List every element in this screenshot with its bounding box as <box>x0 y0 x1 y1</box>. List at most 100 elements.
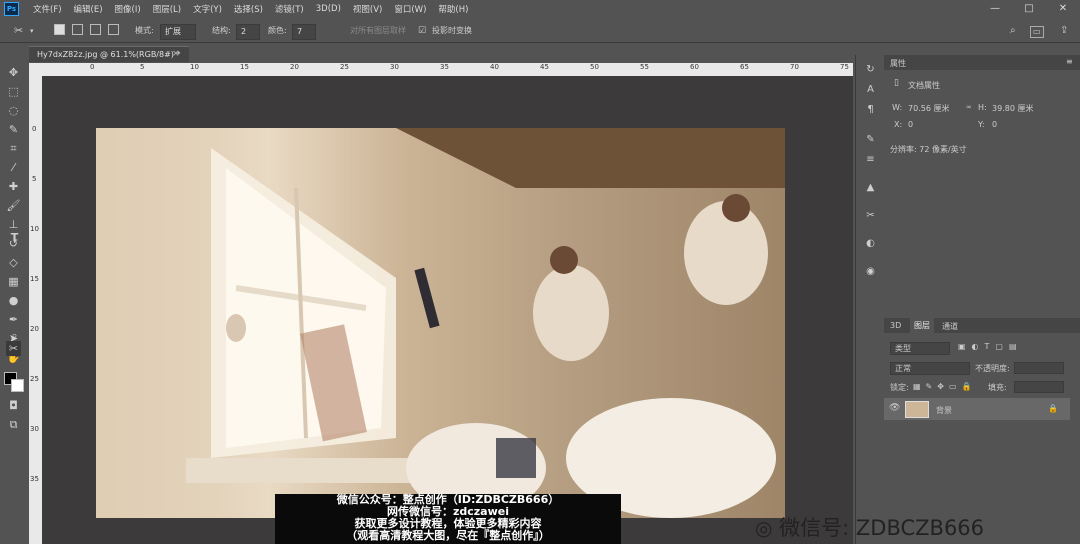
ruler-label: 55 <box>640 63 649 71</box>
layer-filter-select[interactable]: 类型 <box>890 342 950 355</box>
menu-layer[interactable]: 图层(L) <box>153 3 181 15</box>
menu-image[interactable]: 图像(I) <box>115 3 141 15</box>
horizontal-ruler: 0 5 10 15 20 25 30 35 40 45 50 55 60 65 … <box>42 63 853 76</box>
y-value[interactable]: 0 <box>992 120 997 129</box>
menu-type[interactable]: 文字(Y) <box>193 3 222 15</box>
color-icon[interactable]: ◐ <box>864 237 877 250</box>
crop-tool-icon[interactable]: ⌗ <box>6 141 21 156</box>
quick-select-tool-icon[interactable]: ✎ <box>6 122 21 137</box>
gradient-tool-icon[interactable]: ▦ <box>6 274 21 289</box>
share-icon[interactable]: ⇪ <box>1060 24 1068 38</box>
transform-on-drop-label[interactable]: 投影时变换 <box>432 24 472 38</box>
menu-window[interactable]: 窗口(W) <box>394 3 426 15</box>
resolution-text: 分辨率: 72 像素/英寸 <box>890 145 967 154</box>
quick-mask-icon[interactable]: ◘ <box>6 398 21 413</box>
marquee-tool-icon[interactable]: ⬚ <box>6 84 21 99</box>
ruler-label: 15 <box>30 275 39 283</box>
opacity-label: 不透明度: <box>975 364 1010 373</box>
document-tab[interactable]: Hy7dxZ82z.jpg @ 61.1%(RGB/8#) * <box>29 46 189 62</box>
layer-row[interactable]: 👁 背景 🔒 <box>884 398 1070 420</box>
width-label: W: <box>892 103 903 112</box>
adjustments-icon[interactable]: ≡ <box>864 153 877 166</box>
ruler-label: 20 <box>290 63 299 71</box>
tab-layers[interactable]: 图层 <box>910 318 934 333</box>
styles-icon[interactable]: ▲ <box>864 181 877 194</box>
maximize-button[interactable]: □ <box>1012 0 1046 18</box>
tab-channels[interactable]: 通道 <box>942 321 958 332</box>
opacity-field[interactable] <box>1014 362 1064 374</box>
tab-3d[interactable]: 3D <box>890 321 901 330</box>
selection-subtract-icon[interactable] <box>90 24 101 38</box>
chevron-down-icon[interactable]: ▾ <box>30 24 34 38</box>
x-value[interactable]: 0 <box>908 120 913 129</box>
ruler-label: 5 <box>140 63 145 71</box>
properties-tab-bar: 属性 ≡ <box>884 55 1080 70</box>
dodge-tool-icon[interactable]: ● <box>6 293 21 308</box>
color-select[interactable]: 7 <box>292 24 316 40</box>
options-bar: ✂ ▾ 模式: 扩展 结构: 2 颜色: 7 对所有图层取样 ☑ 投影时变换 ⌕… <box>0 20 1080 43</box>
sample-all-layers-checkbox[interactable]: 对所有图层取样 <box>350 24 406 38</box>
menu-3d[interactable]: 3D(D) <box>316 4 341 14</box>
transform-checkbox-icon[interactable]: ☑ <box>418 24 426 38</box>
y-label: Y: <box>978 120 985 129</box>
minimize-button[interactable]: — <box>978 0 1012 18</box>
ruler-label: 30 <box>30 425 39 433</box>
workspace-icon[interactable]: ▭ <box>1030 26 1044 38</box>
menu-file[interactable]: 文件(F) <box>33 3 62 15</box>
document-icon: ▯ <box>894 78 899 88</box>
visibility-eye-icon[interactable]: 👁 <box>889 403 900 413</box>
ruler-label: 40 <box>490 63 499 71</box>
blend-mode-select[interactable]: 正常 <box>890 362 970 375</box>
screen-mode-icon[interactable]: ⧉ <box>6 417 21 432</box>
properties-tab[interactable]: 属性 <box>890 58 906 69</box>
eyedropper-tool-icon[interactable]: ⁄ <box>6 160 21 175</box>
layers-tab-bar: 3D 图层 通道 <box>884 318 1080 333</box>
panel-menu-icon[interactable]: ≡ <box>1066 57 1073 66</box>
character-icon[interactable]: A <box>864 83 877 96</box>
background-color-swatch[interactable] <box>11 379 24 392</box>
type-tool-icon[interactable]: T <box>7 230 22 245</box>
height-value[interactable]: 39.80 厘米 <box>992 103 1033 114</box>
mode-select[interactable]: 扩展 <box>160 24 196 40</box>
search-icon[interactable]: ⌕ <box>1010 24 1016 38</box>
paragraph-icon[interactable]: ¶ <box>864 103 877 116</box>
ruler-label: 60 <box>690 63 699 71</box>
brush-tool-icon[interactable]: 🖌 <box>6 198 21 213</box>
width-value[interactable]: 70.56 厘米 <box>908 103 949 114</box>
move-tool-icon[interactable]: ✥ <box>6 65 21 80</box>
brush-settings-icon[interactable]: ✎ <box>864 133 877 146</box>
photoshop-logo: Ps <box>4 2 19 16</box>
structure-select[interactable]: 2 <box>236 24 260 40</box>
menu-select[interactable]: 选择(S) <box>234 3 263 15</box>
menu-view[interactable]: 视图(V) <box>353 3 382 15</box>
menu-filter[interactable]: 滤镜(T) <box>275 3 304 15</box>
menu-help[interactable]: 帮助(H) <box>438 3 468 15</box>
link-icon[interactable]: ∞ <box>966 103 972 111</box>
document-canvas[interactable] <box>96 128 785 518</box>
content-aware-move-icon[interactable]: ✂ <box>14 24 23 38</box>
selection-new-icon[interactable] <box>54 24 65 38</box>
menu-edit[interactable]: 编辑(E) <box>74 3 103 15</box>
lock-icon: 🔒 <box>1048 404 1058 413</box>
lock-icons[interactable]: ▦✎✥▭🔒 <box>913 382 976 391</box>
panel-icon-strip: ↻ A ¶ ✎ ≡ ▲ ✂ ◐ ◉ <box>855 55 884 544</box>
content-aware-move-tool-icon[interactable]: ✂ <box>6 341 21 356</box>
close-tab-icon[interactable]: × <box>172 46 180 62</box>
wechat-watermark: ◎ 微信号: ZDBCZB666 <box>755 512 984 542</box>
history-icon[interactable]: ↻ <box>864 63 877 76</box>
selection-add-icon[interactable] <box>72 24 83 38</box>
layer-thumbnail <box>905 401 929 418</box>
eraser-tool-icon[interactable]: ◇ <box>6 255 21 270</box>
tool-presets-icon[interactable]: ✂ <box>864 209 877 222</box>
swatches-icon[interactable]: ◉ <box>864 265 877 278</box>
fill-field[interactable] <box>1014 381 1064 393</box>
pen-tool-icon[interactable]: ✒ <box>6 312 21 327</box>
lasso-tool-icon[interactable]: ◌ <box>6 103 21 118</box>
close-button[interactable]: ✕ <box>1046 0 1080 18</box>
vertical-ruler: 0 5 10 15 20 25 30 35 <box>29 63 42 544</box>
filter-icons[interactable]: ▣◐T▢▤ <box>958 342 1023 351</box>
ruler-label: 20 <box>30 325 39 333</box>
ruler-label: 75 <box>840 63 849 71</box>
healing-brush-icon[interactable]: ✚ <box>6 179 21 194</box>
selection-intersect-icon[interactable] <box>108 24 119 38</box>
